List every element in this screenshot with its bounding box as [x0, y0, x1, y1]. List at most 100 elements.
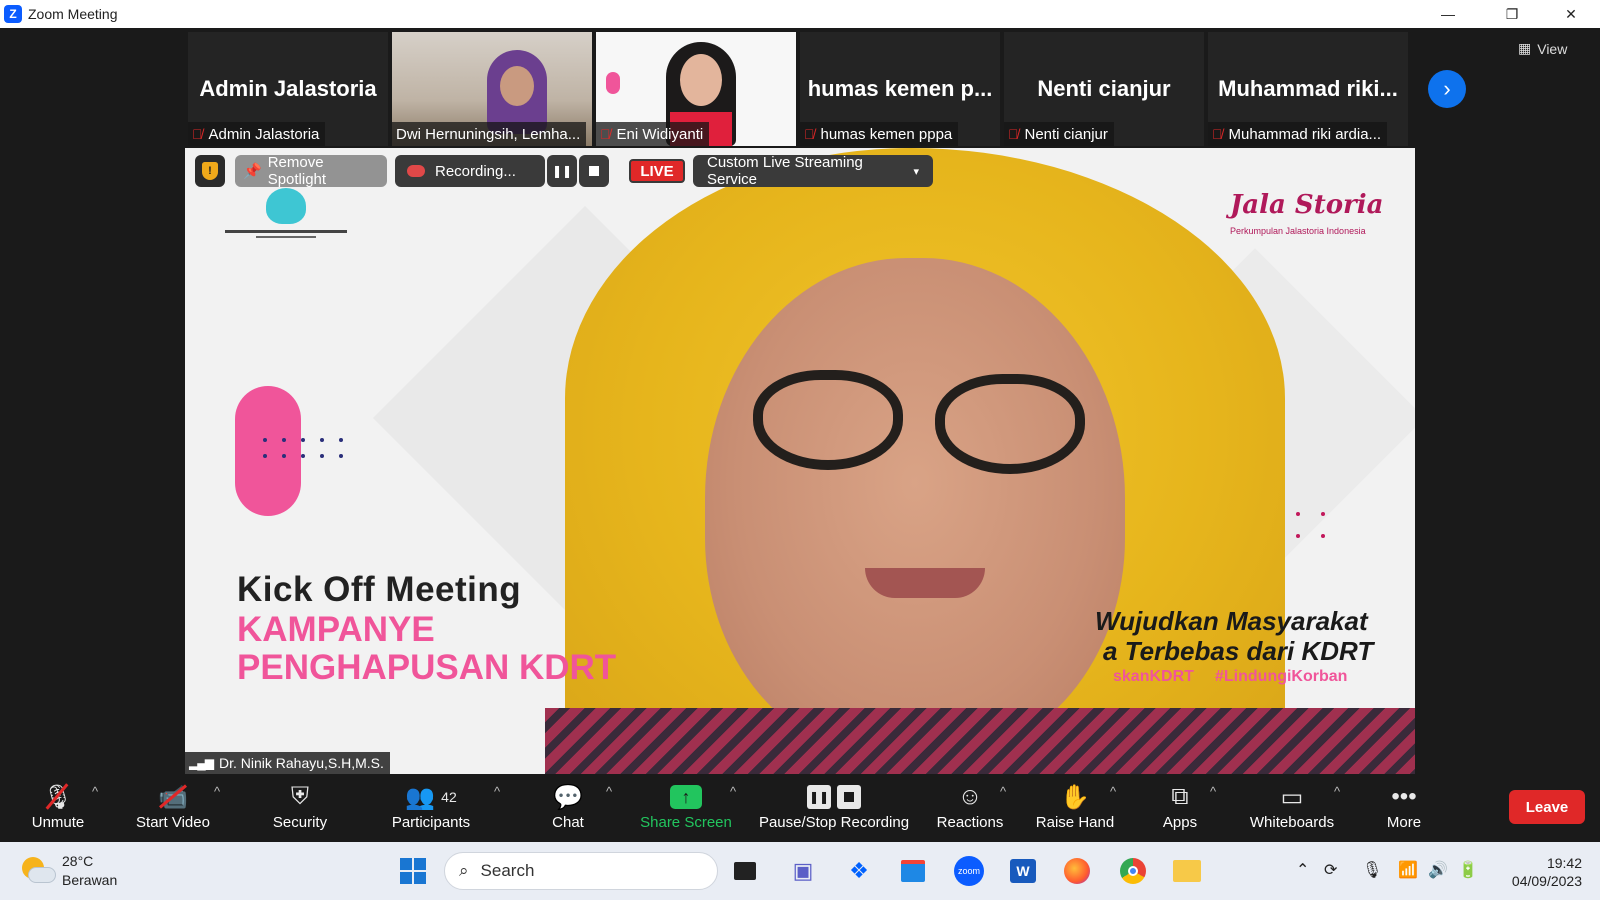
slide-title-line3: PENGHAPUSAN KDRT [237, 648, 617, 687]
chat-button[interactable]: 💬 Chat [546, 774, 590, 842]
participant-tile[interactable]: 🎙̸ Eni Widiyanti [596, 32, 796, 146]
whiteboards-options-caret[interactable]: ^ [1334, 784, 1340, 799]
participant-display-name: humas kemen p... [807, 76, 993, 101]
meeting-toolbar: 🎙 Unmute ^ 📹 Start Video ^ ⛨ Security 👥4… [0, 774, 1600, 842]
dropbox-icon[interactable]: ❖ [842, 854, 876, 888]
stop-recording-button[interactable] [579, 155, 609, 187]
restore-icon: ❐ [1505, 5, 1519, 22]
teams-chat-icon[interactable]: ▣ [786, 854, 820, 888]
microphone-icon[interactable]: 🎙 [1362, 860, 1382, 880]
share-screen-button[interactable]: ↑ Share Screen [638, 774, 734, 842]
reactions-button[interactable]: ☺ Reactions [934, 774, 1006, 842]
whiteboards-button[interactable]: ▭ Whiteboards [1246, 774, 1338, 842]
speaker-name: Dr. Ninik Rahayu,S.H,M.S. [218, 755, 384, 771]
participant-tile[interactable]: Nenti cianjur 🎙̸ Nenti cianjur [1004, 32, 1204, 146]
view-button[interactable]: ▦ View [1518, 40, 1567, 57]
pause-stop-icon: ❚❚ [807, 782, 861, 812]
participant-tile[interactable]: Muhammad riki... 🎙̸ Muhammad riki ardia..… [1208, 32, 1408, 146]
apps-icon: ⧉ [1171, 783, 1189, 810]
stream-service-label: Custom Live Streaming Service [707, 154, 863, 188]
word-icon[interactable]: W [1006, 854, 1040, 888]
participants-button[interactable]: 👥 42 Participants [388, 774, 474, 842]
participant-display-name: Nenti cianjur [1037, 76, 1171, 101]
close-window-button[interactable]: ✕ [1548, 0, 1594, 28]
raise-hand-button[interactable]: ✋ Raise Hand [1034, 774, 1116, 842]
sync-icon[interactable]: ⟳ [1324, 860, 1337, 880]
pause-stop-recording-label: Pause/Stop Recording [758, 814, 910, 831]
file-explorer-icon[interactable] [1170, 854, 1204, 888]
chat-options-caret[interactable]: ^ [606, 784, 612, 799]
chrome-icon[interactable] [1116, 854, 1150, 888]
slide-slogan-line1: Wujudkan Masyarakat [1095, 606, 1368, 636]
weather-widget[interactable]: 28°C Berawan [22, 852, 117, 890]
microsoft-store-icon[interactable] [896, 854, 930, 888]
video-options-caret[interactable]: ^ [214, 784, 220, 799]
remove-spotlight-button[interactable]: 📌 Remove Spotlight [235, 154, 387, 188]
participant-caption-name: Eni Widiyanti [616, 125, 704, 143]
participant-tile[interactable]: humas kemen p... 🎙̸ humas kemen pppa [800, 32, 1000, 146]
live-stream-dropdown[interactable]: Custom Live Streaming Service ▾ [693, 154, 933, 188]
participant-tile[interactable]: Dwi Hernuningsih, Lemha... [392, 32, 592, 146]
start-video-button[interactable]: 📹 Start Video [128, 774, 218, 842]
apps-options-caret[interactable]: ^ [1210, 784, 1216, 799]
battery-icon[interactable]: 🔋 [1458, 860, 1478, 880]
close-icon: ✕ [1565, 5, 1577, 22]
window-title: Zoom Meeting [28, 6, 118, 22]
pause-recording-button[interactable]: ❚❚ [547, 155, 577, 187]
apps-label: Apps [1162, 814, 1198, 831]
weather-condition: Berawan [62, 872, 118, 888]
participant-caption: 🎙̸ Eni Widiyanti [596, 122, 710, 146]
apps-button[interactable]: ⧉ Apps [1156, 774, 1204, 842]
whiteboards-label: Whiteboards [1249, 814, 1335, 831]
live-badge: LIVE [629, 159, 685, 183]
jalastoria-subtitle: Perkumpulan Jalastoria Indonesia [1230, 226, 1366, 236]
security-button[interactable]: ⛨ Security [262, 774, 338, 842]
firefox-icon[interactable] [1060, 854, 1094, 888]
gallery-next-button[interactable]: › [1428, 70, 1466, 108]
reactions-options-caret[interactable]: ^ [1000, 784, 1006, 799]
more-dots-icon: ••• [1391, 783, 1417, 810]
restore-button[interactable]: ❐ [1489, 0, 1535, 28]
participant-caption: 🎙̸ Nenti cianjur [1004, 122, 1114, 146]
audio-options-caret[interactable]: ^ [92, 784, 98, 799]
muted-mic-icon: 🎙̸ [1212, 126, 1223, 142]
task-view-icon[interactable] [728, 854, 762, 888]
cloud-record-icon [407, 165, 425, 177]
meeting-stage: Admin Jalastoria 🎙̸ Admin Jalastoria Dwi … [0, 28, 1600, 774]
tray-overflow-icon[interactable]: ⌃ [1296, 860, 1309, 880]
minimize-button[interactable]: — [1425, 0, 1471, 28]
more-label: More [1386, 814, 1422, 831]
pause-stop-recording-button[interactable]: ❚❚ Pause/Stop Recording [754, 774, 914, 842]
windows-start-icon[interactable] [396, 854, 430, 888]
whiteboard-icon: ▭ [1280, 783, 1304, 811]
volume-icon[interactable]: 🔊 [1428, 860, 1448, 880]
speaker-glasses-right [935, 374, 1085, 474]
zoom-app-icon[interactable]: zoom [952, 854, 986, 888]
shield-icon: ⛨ [291, 783, 309, 810]
participant-caption: 🎙̸ Muhammad riki ardia... [1208, 122, 1388, 146]
speaker-face [705, 258, 1125, 758]
raise-hand-options-caret[interactable]: ^ [1110, 784, 1116, 799]
participant-tile[interactable]: Admin Jalastoria 🎙̸ Admin Jalastoria [188, 32, 388, 146]
taskbar-search[interactable]: ⌕ Search [444, 852, 718, 890]
leave-button[interactable]: Leave [1509, 790, 1585, 824]
pin-icon: 📌 [243, 163, 262, 180]
share-options-caret[interactable]: ^ [730, 784, 736, 799]
raise-hand-label: Raise Hand [1035, 814, 1115, 831]
participant-caption-name: Admin Jalastoria [208, 125, 320, 143]
shield-icon: ! [202, 162, 218, 180]
taskbar-clock[interactable]: 19:42 04/09/2023 [1498, 854, 1582, 890]
more-button[interactable]: ••• More [1384, 774, 1424, 842]
slide-dots [263, 438, 343, 458]
participants-options-caret[interactable]: ^ [494, 784, 500, 799]
start-video-label: Start Video [136, 814, 210, 831]
partly-cloudy-icon [22, 855, 56, 887]
encryption-shield-button[interactable]: ! [195, 155, 225, 187]
view-label: View [1537, 40, 1568, 57]
participant-display-name: Muhammad riki... [1218, 76, 1398, 101]
participants-count: 42 [441, 789, 457, 805]
unmute-button[interactable]: 🎙 Unmute [22, 774, 94, 842]
spotlight-video[interactable]: Jala Storia Perkumpulan Jalastoria Indon… [185, 148, 1415, 774]
slide-slogan-line2: a Terbebas dari KDRT [1103, 636, 1374, 666]
wifi-icon[interactable]: 📶 [1398, 860, 1418, 880]
